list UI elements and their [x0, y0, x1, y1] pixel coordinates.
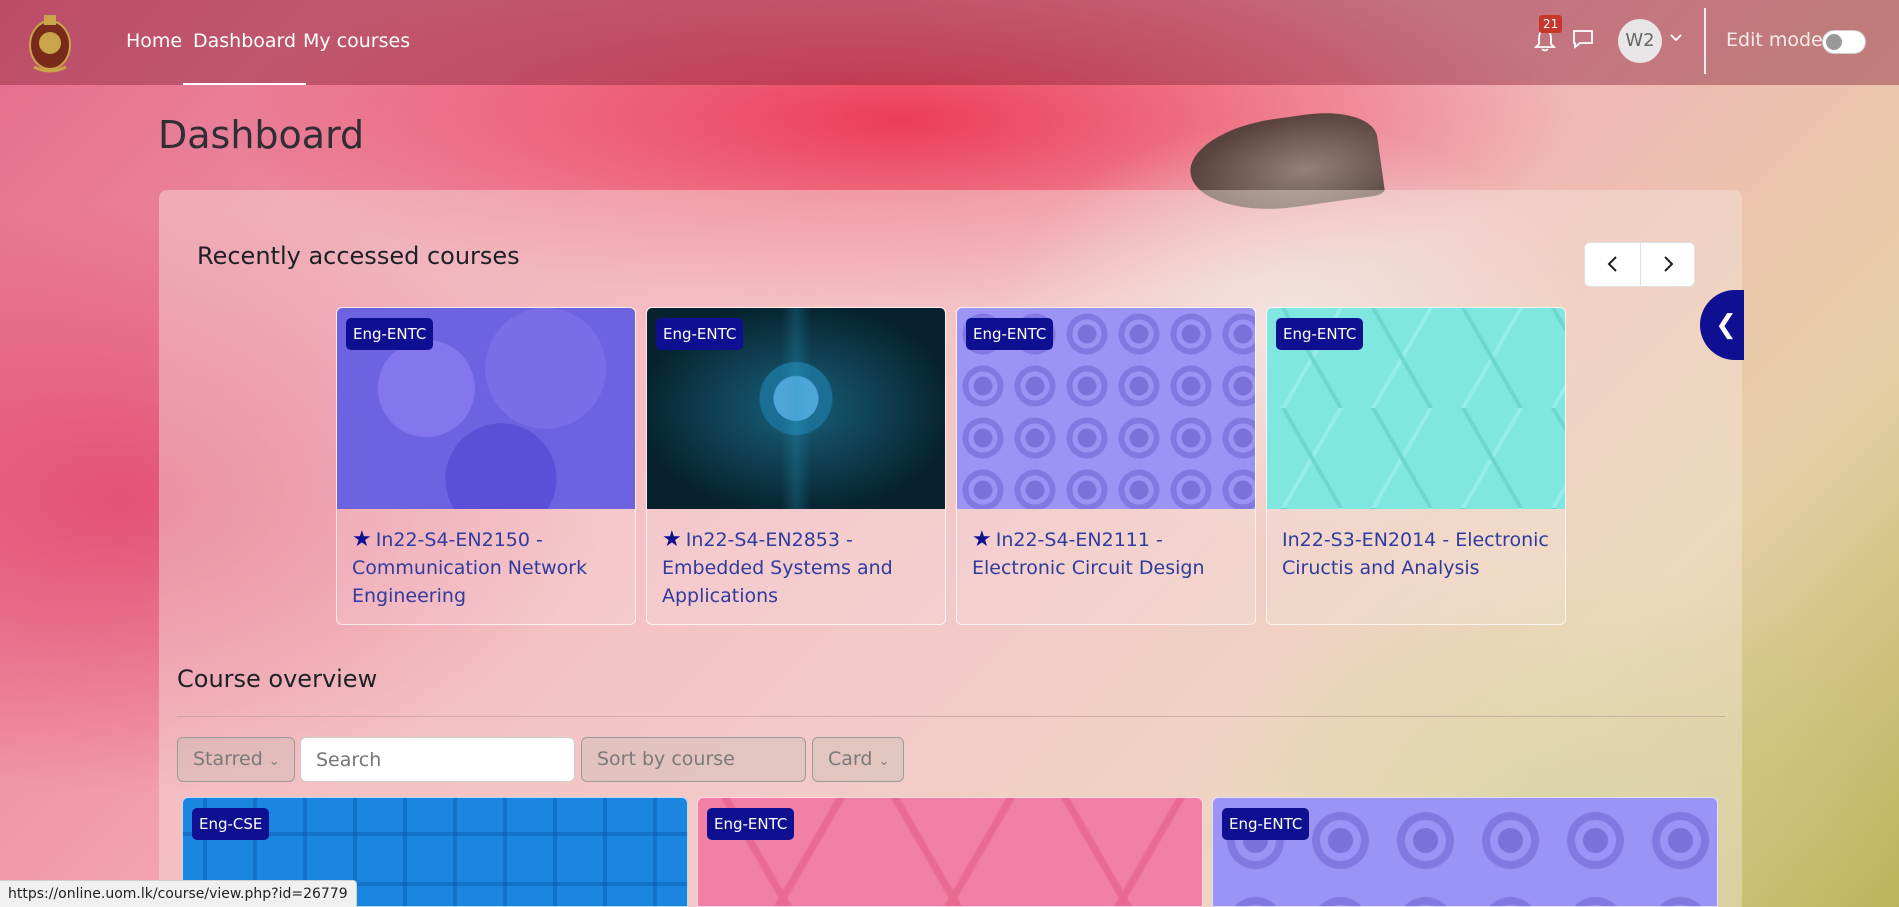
sort-dropdown[interactable]: Sort by course name⌄: [581, 737, 806, 813]
star-icon: ★: [972, 527, 992, 552]
course-category-badge: Eng-ENTC: [1276, 318, 1364, 350]
course-name-link[interactable]: ★ In22-S4-EN2111 - Electronic Circuit Des…: [972, 526, 1243, 582]
search-input[interactable]: [300, 737, 575, 782]
course-category-badge: Eng-ENTC: [1222, 808, 1310, 840]
course-category-badge: Eng-ENTC: [346, 318, 434, 350]
page-title: Dashboard: [158, 113, 365, 157]
edit-mode-toggle[interactable]: [1822, 30, 1866, 54]
notification-count-badge: 21: [1539, 15, 1563, 33]
course-name: In22-S4-EN2150 - Communication Network E…: [352, 529, 588, 607]
course-overview-title: Course overview: [177, 665, 378, 693]
view-dropdown[interactable]: Card ⌄: [812, 737, 904, 782]
status-bar-url: https://online.uom.lk/course/view.php?id…: [0, 880, 357, 907]
course-name-link[interactable]: ★ In22-S4-EN2150 - Communication Network …: [352, 526, 623, 610]
course-card[interactable]: Eng-ENTC: [697, 797, 1203, 907]
navbar-divider: [1704, 8, 1706, 74]
view-value: Card: [828, 748, 873, 770]
chevron-down-icon: ⌄: [268, 754, 280, 769]
course-category-badge: Eng-ENTC: [966, 318, 1054, 350]
nav-home[interactable]: Home: [126, 0, 182, 85]
star-icon: ★: [662, 527, 682, 552]
recent-course-card[interactable]: Eng-ENTC ★ In22-S4-EN2150 - Communication…: [336, 307, 636, 625]
chevron-left-icon[interactable]: [1585, 243, 1640, 286]
recent-courses-pager: [1584, 242, 1695, 287]
course-category-badge: Eng-CSE: [192, 808, 270, 840]
chevron-right-icon[interactable]: [1640, 243, 1696, 286]
university-logo-icon[interactable]: [26, 9, 74, 73]
chevron-left-icon: ❮: [1715, 310, 1737, 340]
course-category-badge: Eng-ENTC: [656, 318, 744, 350]
top-navbar: Home Dashboard My courses 21 W2 Edit mod…: [0, 0, 1899, 85]
course-name-link[interactable]: ★ In22-S4-EN2853 - Embedded Systems and A…: [662, 526, 933, 610]
recent-courses-title: Recently accessed courses: [197, 242, 520, 270]
grouping-value: Starred: [193, 748, 263, 770]
course-name: In22-S4-EN2111 - Electronic Circuit Desi…: [972, 529, 1205, 579]
course-card[interactable]: Eng-ENTC: [1212, 797, 1718, 907]
user-menu-chevron-down-icon[interactable]: [1670, 33, 1682, 43]
recent-course-card[interactable]: Eng-ENTC ★ In22-S4-EN2111 - Electronic Ci…: [956, 307, 1256, 625]
recent-course-card[interactable]: Eng-ENTC ★ In22-S4-EN2853 - Embedded Syst…: [646, 307, 946, 625]
star-icon: ★: [352, 527, 372, 552]
course-name: In22-S3-EN2014 - Electronic Ciructis and…: [1282, 529, 1549, 579]
user-avatar[interactable]: W2: [1618, 19, 1662, 63]
grouping-dropdown[interactable]: Starred ⌄: [177, 737, 295, 782]
course-name: In22-S4-EN2853 - Embedded Systems and Ap…: [662, 529, 893, 607]
course-category-badge: Eng-ENTC: [707, 808, 795, 840]
section-divider: [177, 716, 1725, 717]
nav-dashboard[interactable]: Dashboard: [183, 0, 307, 85]
recent-course-card[interactable]: Eng-ENTC In22-S3-EN2014 - Electronic Cir…: [1266, 307, 1566, 625]
nav-my-courses[interactable]: My courses: [303, 0, 410, 85]
edit-mode-label: Edit mode: [1726, 29, 1823, 51]
messages-icon[interactable]: [1571, 28, 1595, 52]
course-name-link[interactable]: In22-S3-EN2014 - Electronic Ciructis and…: [1282, 526, 1553, 582]
chevron-down-icon: ⌄: [878, 754, 890, 769]
